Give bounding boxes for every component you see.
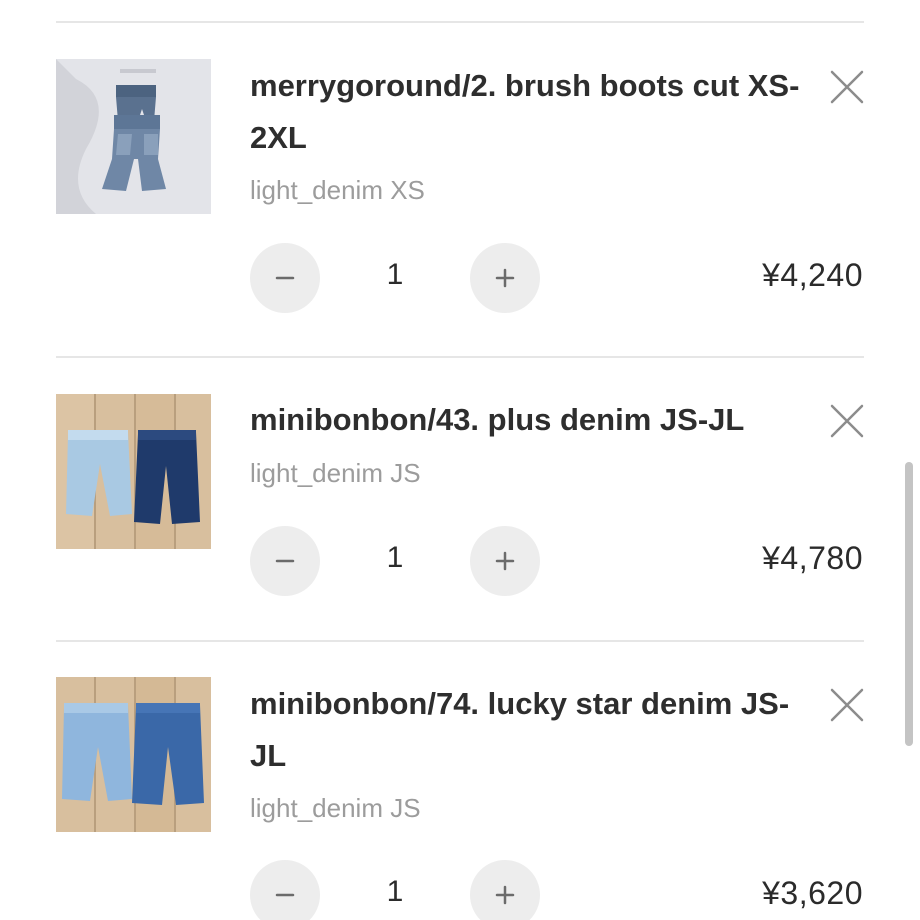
product-variant: light_denim XS bbox=[250, 175, 425, 205]
item-price: ¥3,620 bbox=[762, 875, 863, 911]
product-thumbnail[interactable] bbox=[56, 394, 211, 549]
minus-icon bbox=[275, 893, 295, 897]
two-denim-pants-photo bbox=[56, 394, 211, 549]
remove-item-button[interactable] bbox=[826, 684, 868, 726]
cart-screen: merrygoround/2. brush boots cut XS-2XL l… bbox=[0, 0, 920, 920]
product-title[interactable]: minibonbon/43. plus denim JS-JL bbox=[250, 394, 810, 446]
item-price: ¥4,780 bbox=[762, 540, 863, 576]
plus-icon bbox=[495, 268, 515, 288]
product-variant: light_denim JS bbox=[250, 793, 421, 823]
minus-icon bbox=[275, 559, 295, 563]
increase-quantity-button[interactable] bbox=[470, 860, 540, 920]
quantity-value: 1 bbox=[386, 541, 404, 574]
remove-item-button[interactable] bbox=[826, 400, 868, 442]
remove-item-button[interactable] bbox=[826, 66, 868, 108]
close-icon bbox=[830, 404, 864, 438]
increase-quantity-button[interactable] bbox=[470, 243, 540, 313]
minus-icon bbox=[275, 276, 295, 280]
plus-icon bbox=[495, 885, 515, 905]
decrease-quantity-button[interactable] bbox=[250, 243, 320, 313]
scrollbar[interactable] bbox=[905, 462, 913, 746]
item-divider bbox=[56, 21, 864, 23]
product-thumbnail[interactable] bbox=[56, 59, 211, 214]
product-title[interactable]: merrygoround/2. brush boots cut XS-2XL bbox=[250, 60, 810, 164]
two-denim-pants-photo bbox=[56, 677, 211, 832]
close-icon bbox=[830, 688, 864, 722]
item-divider bbox=[56, 640, 864, 642]
quantity-value: 1 bbox=[386, 258, 404, 291]
product-variant: light_denim JS bbox=[250, 458, 421, 488]
product-title[interactable]: minibonbon/74. lucky star denim JS-JL bbox=[250, 678, 810, 782]
close-icon bbox=[830, 70, 864, 104]
item-price: ¥4,240 bbox=[762, 257, 863, 293]
boot-cut-jeans-photo bbox=[56, 59, 211, 214]
plus-icon bbox=[495, 551, 515, 571]
product-thumbnail[interactable] bbox=[56, 677, 211, 832]
increase-quantity-button[interactable] bbox=[470, 526, 540, 596]
item-divider bbox=[56, 356, 864, 358]
quantity-value: 1 bbox=[386, 875, 404, 908]
decrease-quantity-button[interactable] bbox=[250, 860, 320, 920]
decrease-quantity-button[interactable] bbox=[250, 526, 320, 596]
